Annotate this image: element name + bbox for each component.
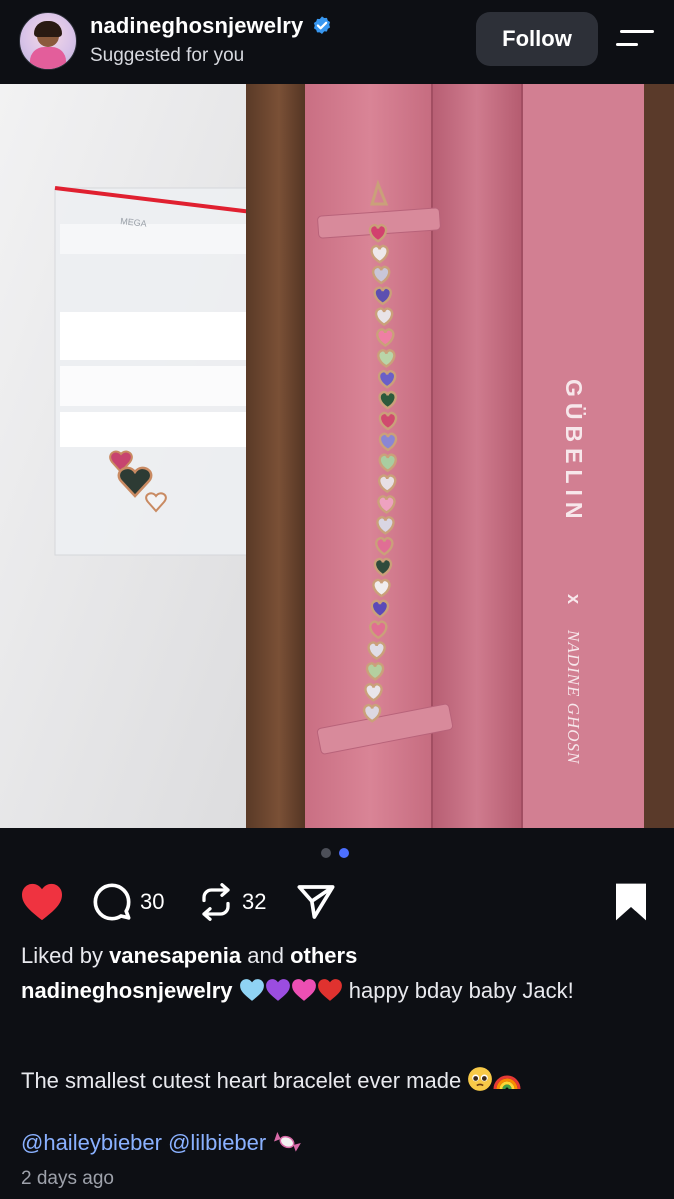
box-brand-text: GÜBELIN — [561, 379, 587, 525]
purple-heart-icon — [265, 978, 291, 1010]
bookmark-icon — [616, 883, 646, 921]
like-button[interactable] — [20, 876, 64, 928]
caption-mentions: @haileybieber @lilbieber — [21, 1128, 651, 1162]
caption-author[interactable]: nadineghosnjewelry — [21, 978, 233, 1003]
comment-icon — [93, 883, 131, 921]
zip-bag: MEGA — [54, 186, 253, 556]
red-heart-icon — [317, 978, 343, 1010]
post-timestamp: 2 days ago — [21, 1168, 114, 1189]
liked-by: Liked by vanesapenia and others — [21, 941, 651, 971]
liked-user[interactable]: vanesapenia — [109, 943, 241, 968]
carousel-indicator — [321, 848, 349, 858]
username-row: nadineghosnjewelry — [90, 13, 333, 39]
repost-button[interactable]: 32 — [198, 876, 266, 928]
box-cross-text: x — [564, 594, 584, 604]
save-button[interactable] — [614, 876, 648, 928]
rainbow-icon — [493, 1066, 521, 1100]
comment-button[interactable]: 30 — [92, 876, 164, 928]
verified-badge-icon — [314, 16, 331, 34]
heart-icon — [22, 883, 62, 921]
menu-icon[interactable] — [616, 27, 656, 51]
post-photo: MEGA GÜBELIN x NADINE GHOSN — [0, 84, 674, 828]
carousel-dot-active[interactable] — [339, 848, 349, 858]
candy-icon — [272, 1130, 302, 1162]
liked-others[interactable]: others — [290, 943, 357, 968]
repost-icon — [202, 883, 230, 921]
caption-line-2: The smallest cutest heart bracelet ever … — [21, 1066, 651, 1100]
light-blue-heart-icon — [239, 978, 265, 1010]
post-header: nadineghosnjewelry Suggested for you Fol… — [0, 0, 674, 84]
username[interactable]: nadineghosnjewelry — [90, 13, 303, 39]
carousel-dot[interactable] — [321, 848, 331, 858]
liked-prefix: Liked by — [21, 943, 110, 968]
repost-count: 32 — [242, 889, 267, 914]
liked-and: and — [241, 943, 291, 968]
action-bar: 30 32 — [0, 876, 674, 928]
share-button[interactable] — [296, 876, 336, 928]
send-icon — [297, 885, 335, 919]
box-partner-text: NADINE GHOSN — [564, 629, 583, 765]
caption-text-part2: The smallest cutest heart bracelet ever … — [21, 1068, 462, 1093]
comment-count: 30 — [140, 889, 165, 914]
caption-text: nadineghosnjewelry happy bday baby Jack! — [21, 976, 651, 1010]
avatar[interactable] — [19, 12, 77, 70]
pleading-face-icon — [467, 1066, 493, 1100]
suggested-label: Suggested for you — [90, 45, 245, 66]
mention-links[interactable]: @haileybieber @lilbieber — [21, 1130, 266, 1155]
post-image[interactable]: MEGA GÜBELIN x NADINE GHOSN — [0, 84, 674, 828]
caption-text-part1: happy bday baby Jack! — [342, 978, 574, 1003]
follow-button[interactable]: Follow — [476, 12, 598, 66]
pink-heart-icon — [291, 978, 317, 1010]
